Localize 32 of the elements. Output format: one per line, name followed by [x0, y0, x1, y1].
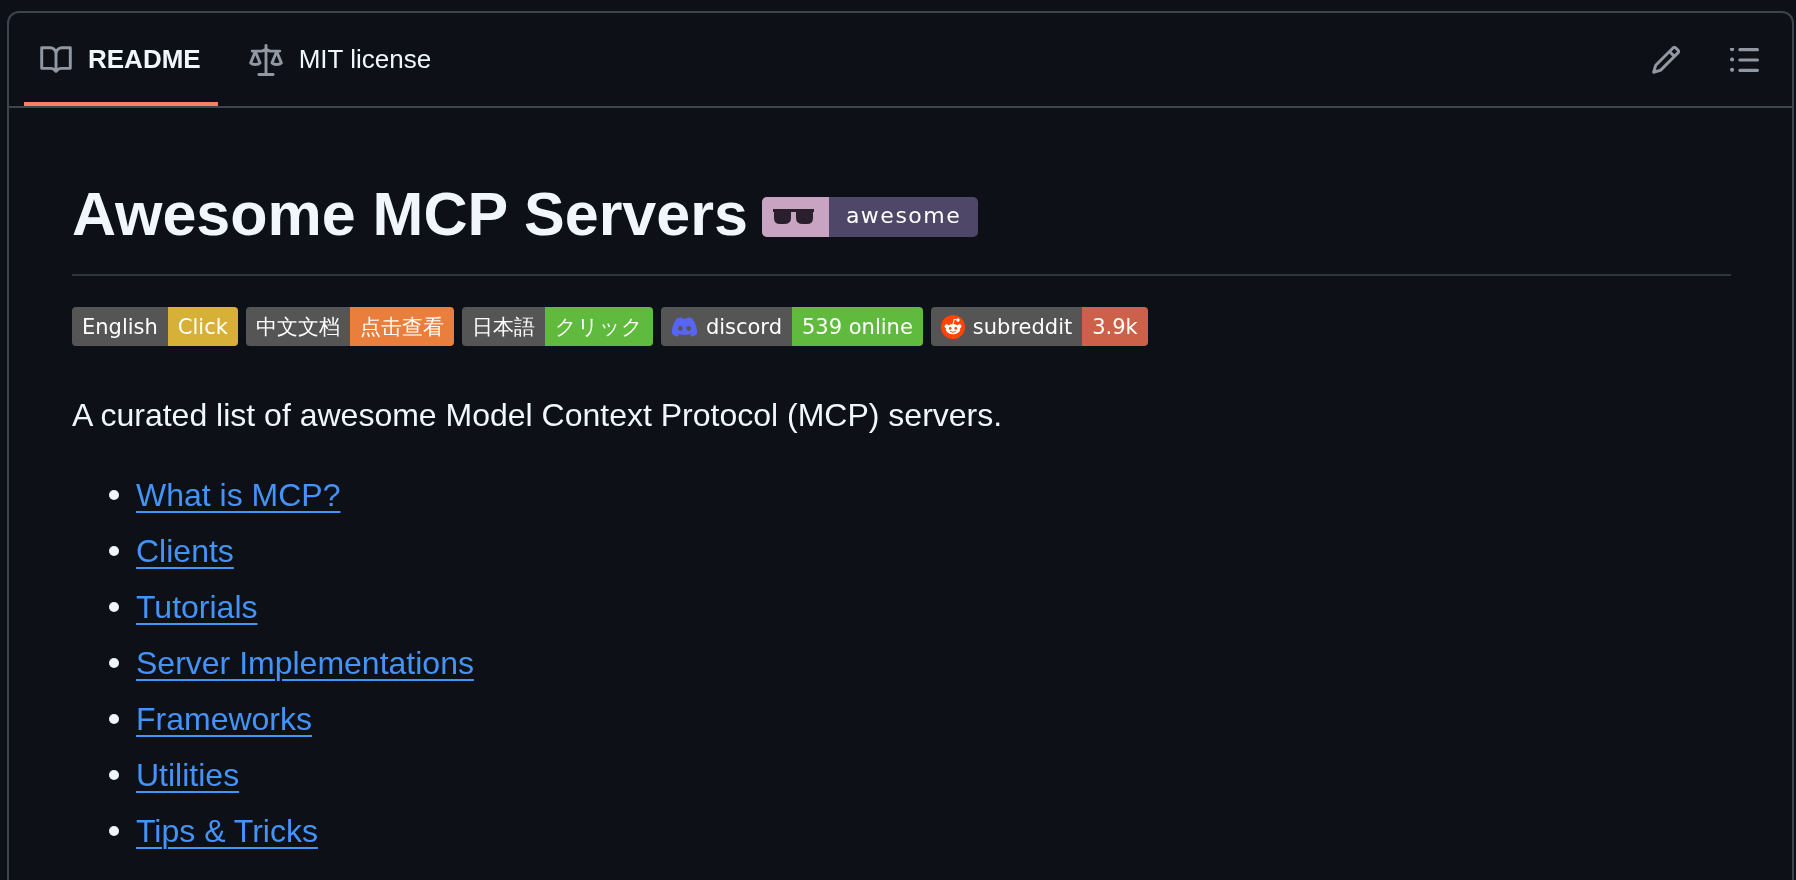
badge-value[interactable]: 3.9k — [1082, 307, 1148, 346]
awesome-badge[interactable]: awesome — [761, 197, 979, 237]
badge-label[interactable]: 日本語 — [461, 307, 545, 346]
bullet-icon — [109, 826, 119, 836]
contents-link[interactable]: What is MCP? — [136, 475, 341, 515]
badge-label[interactable]: discord — [660, 307, 792, 346]
sunglasses-icon — [761, 197, 829, 237]
tab[interactable]: MIT license — [232, 13, 449, 106]
bullet-icon — [109, 602, 119, 612]
contents-link[interactable]: Utilities — [136, 755, 240, 795]
contents-link[interactable]: Server Implementations — [136, 643, 474, 683]
scales-icon — [248, 43, 283, 76]
book-icon — [40, 46, 72, 73]
badge-label[interactable]: English — [72, 307, 168, 346]
bullet-icon — [109, 658, 119, 668]
contents-link[interactable]: Clients — [136, 531, 234, 571]
page-title: Awesome MCP Servers — [72, 179, 748, 250]
description-text: A curated list of awesome Model Context Protocol (MCP) servers. — [72, 396, 1004, 435]
contents-link[interactable]: Tutorials — [136, 587, 258, 627]
badge-label[interactable]: 中文文档 — [245, 307, 350, 346]
contents-link[interactable]: Frameworks — [136, 699, 312, 739]
bullet-icon — [109, 770, 119, 780]
pencil-icon — [1652, 45, 1680, 74]
bullet-icon — [109, 546, 119, 556]
badge-label[interactable]: subreddit — [930, 307, 1083, 346]
reddit-icon — [940, 314, 965, 339]
contents-link[interactable]: Tips & Tricks — [136, 811, 318, 851]
discord-icon — [670, 316, 698, 337]
bullet-icon — [109, 714, 119, 724]
tab[interactable]: README — [24, 13, 218, 106]
list-icon — [1730, 47, 1759, 72]
bullet-icon — [109, 490, 119, 500]
